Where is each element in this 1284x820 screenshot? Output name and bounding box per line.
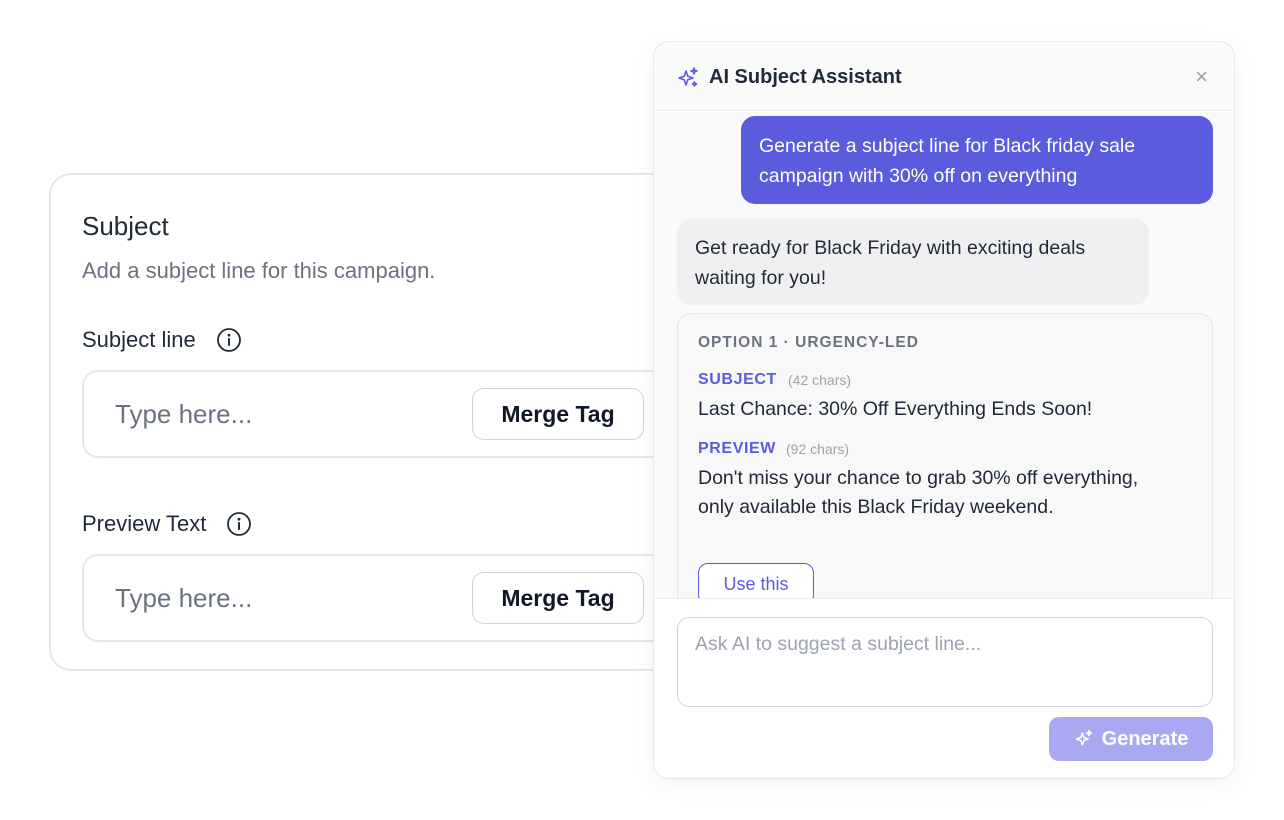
- sparkle-icon: [676, 66, 700, 90]
- close-icon[interactable]: ×: [1195, 64, 1208, 90]
- subject-tag: SUBJECT: [698, 371, 777, 388]
- user-message: Generate a subject line for Black friday…: [741, 116, 1213, 204]
- ai-message: Get ready for Black Friday with exciting…: [677, 219, 1149, 305]
- ai-assistant-panel: AI Subject Assistant × Generate a subjec…: [653, 41, 1235, 779]
- ai-panel-title: AI Subject Assistant: [709, 66, 902, 88]
- subject-merge-tag-button[interactable]: Merge Tag: [472, 388, 644, 440]
- preview-text-label-row: Preview Text: [82, 511, 252, 537]
- suggested-preview-text: Don't miss your chance to grab 30% off e…: [698, 467, 1139, 518]
- info-icon[interactable]: [226, 511, 252, 537]
- subject-line-label-row: Subject line: [82, 327, 242, 353]
- info-icon[interactable]: [216, 327, 242, 353]
- preview-text-placeholder: Type here...: [115, 583, 253, 613]
- subject-char-count: (42 chars): [788, 372, 852, 388]
- subject-description: Add a subject line for this campaign.: [82, 258, 436, 283]
- sparkle-icon: [1075, 729, 1092, 746]
- subject-line-placeholder: Type here...: [115, 399, 253, 429]
- option-card: OPTION 1 · URGENCY-LED SUBJECT (42 chars…: [677, 313, 1213, 598]
- subject-line-label: Subject line: [82, 327, 196, 352]
- subject-title: Subject: [82, 211, 169, 241]
- preview-text-label: Preview Text: [82, 511, 207, 536]
- subject-card: Subject Add a subject line for this camp…: [49, 173, 732, 671]
- generate-label: Generate: [1101, 727, 1189, 750]
- subject-line-input[interactable]: Type here... Merge Tag: [82, 370, 732, 458]
- preview-char-count: (92 chars): [786, 441, 850, 457]
- preview-text-input[interactable]: Type here... Merge Tag: [82, 554, 732, 642]
- use-this-button[interactable]: Use this: [698, 563, 814, 598]
- suggested-subject-text: Last Chance: 30% Off Everything Ends Soo…: [698, 398, 1093, 420]
- chat-area[interactable]: Generate a subject line for Black friday…: [654, 112, 1234, 598]
- preview-merge-tag-button[interactable]: Merge Tag: [472, 572, 644, 624]
- preview-tag: PREVIEW: [698, 440, 776, 457]
- ask-ai-input[interactable]: Ask AI to suggest a subject line...: [677, 617, 1213, 707]
- composer: Ask AI to suggest a subject line... Gene…: [654, 598, 1234, 778]
- generate-button[interactable]: Generate: [1049, 717, 1213, 761]
- option-heading: OPTION 1 · URGENCY-LED: [698, 334, 919, 351]
- ai-panel-header: AI Subject Assistant ×: [654, 42, 1234, 111]
